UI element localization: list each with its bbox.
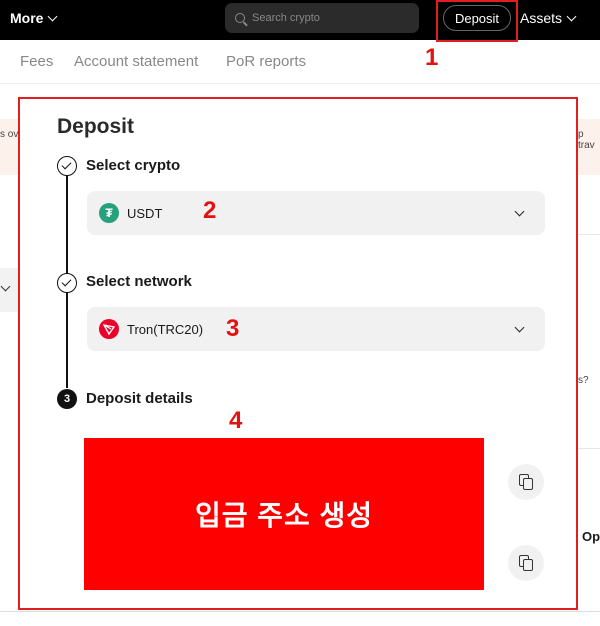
- search-icon: [235, 13, 245, 23]
- sub-navigation: Fees Account statement PoR reports: [0, 40, 600, 84]
- background-text-right-mid: s?: [578, 375, 589, 386]
- divider: [575, 448, 600, 449]
- assets-label: Assets: [520, 10, 563, 26]
- highlight-box-panel: [18, 97, 578, 610]
- assets-menu[interactable]: Assets: [520, 10, 577, 26]
- nav-item-account-statement[interactable]: Account statement: [74, 53, 198, 70]
- nav-item-fees[interactable]: Fees: [20, 53, 53, 70]
- annotation-number-1: 1: [425, 44, 439, 71]
- more-menu[interactable]: More: [10, 10, 58, 26]
- search-input[interactable]: [252, 12, 402, 24]
- chevron-down-icon: [566, 11, 577, 21]
- annotation-number-2: 2: [203, 197, 217, 224]
- chevron-down-icon: [0, 281, 11, 292]
- divider: [575, 234, 600, 235]
- divider: [0, 611, 600, 612]
- background-dropdown: [0, 268, 18, 312]
- background-text-right-bottom: Op: [582, 529, 600, 544]
- annotation-number-4: 4: [229, 407, 243, 434]
- annotation-number-3: 3: [226, 315, 240, 342]
- chevron-down-icon: [48, 11, 58, 21]
- background-text-right: p trav: [578, 129, 595, 151]
- nav-item-por-reports[interactable]: PoR reports: [226, 53, 306, 70]
- search-box[interactable]: [225, 3, 419, 33]
- background-text-left: s ov: [0, 129, 19, 140]
- highlight-box-deposit: [436, 0, 518, 42]
- more-label: More: [10, 10, 44, 26]
